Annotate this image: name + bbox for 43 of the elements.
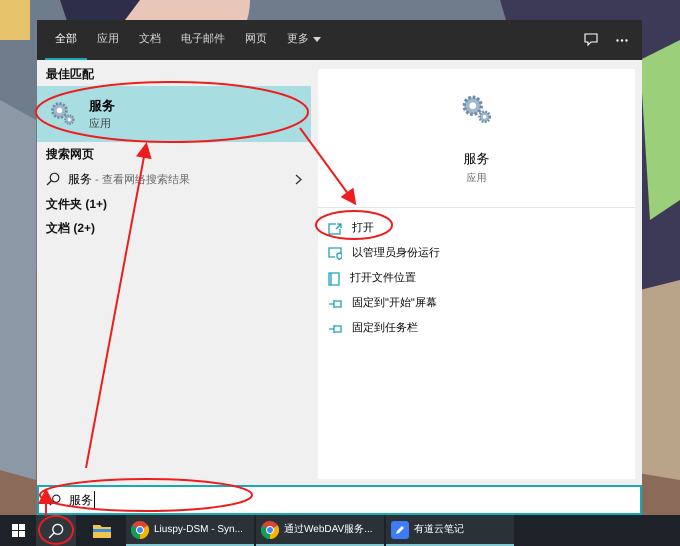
section-heading: 最佳匹配 bbox=[45, 66, 95, 83]
search-field[interactable]: 服务 bbox=[37, 485, 642, 515]
tab[interactable]: 文档 bbox=[129, 20, 171, 60]
tab[interactable]: 全部 bbox=[45, 20, 87, 60]
pin-icon bbox=[328, 324, 342, 334]
taskbar-button[interactable]: 通过WebDAV服务... bbox=[256, 515, 384, 546]
action-item[interactable]: 固定到"开始"屏幕 bbox=[318, 291, 635, 316]
section-heading: 搜索网页 bbox=[44, 146, 95, 163]
section-heading: 文件夹 (1+) bbox=[45, 196, 108, 213]
gears-icon bbox=[49, 100, 77, 128]
pin-icon bbox=[328, 298, 342, 308]
taskbar-button[interactable]: 有道云笔记 bbox=[386, 515, 514, 546]
preview-subtitle: 应用 bbox=[466, 172, 486, 186]
windows-logo-icon bbox=[12, 524, 24, 537]
action-item[interactable]: 打开 bbox=[318, 216, 635, 241]
chrome-icon bbox=[261, 520, 279, 538]
shield-window-icon bbox=[328, 247, 342, 260]
tab[interactable]: 更多 bbox=[277, 20, 331, 60]
search-icon bbox=[49, 494, 61, 506]
annotation-arrow bbox=[38, 488, 54, 516]
open-window-icon bbox=[328, 222, 342, 234]
preview-title: 服务 bbox=[464, 150, 490, 168]
action-item[interactable]: 以管理员身份运行 bbox=[318, 241, 635, 266]
search-icon bbox=[48, 522, 64, 538]
result-subtitle: 应用 bbox=[89, 116, 112, 132]
action-item[interactable]: 打开文件位置 bbox=[318, 266, 635, 291]
folder-icon bbox=[93, 523, 111, 538]
feedback-icon[interactable] bbox=[584, 33, 598, 47]
result-item[interactable]: 服务 应用 bbox=[37, 86, 311, 142]
tab[interactable]: 应用 bbox=[87, 20, 129, 60]
tab[interactable]: 电子邮件 bbox=[171, 20, 235, 60]
chrome-icon bbox=[131, 520, 149, 538]
document-icon bbox=[328, 272, 340, 286]
tab[interactable]: 网页 bbox=[235, 20, 277, 60]
taskbar-button[interactable]: Liuspy-DSM - Syn... bbox=[126, 515, 254, 546]
chevron-right-icon bbox=[295, 174, 302, 184]
section-heading: 文档 (2+) bbox=[45, 220, 96, 237]
annotation-ellipse bbox=[38, 515, 74, 545]
result-title: 服务 bbox=[89, 97, 115, 115]
more-options-icon[interactable] bbox=[616, 38, 628, 42]
action-item[interactable]: 固定到任务栏 bbox=[318, 316, 635, 341]
note-app-icon bbox=[391, 520, 409, 538]
search-icon bbox=[46, 172, 60, 186]
